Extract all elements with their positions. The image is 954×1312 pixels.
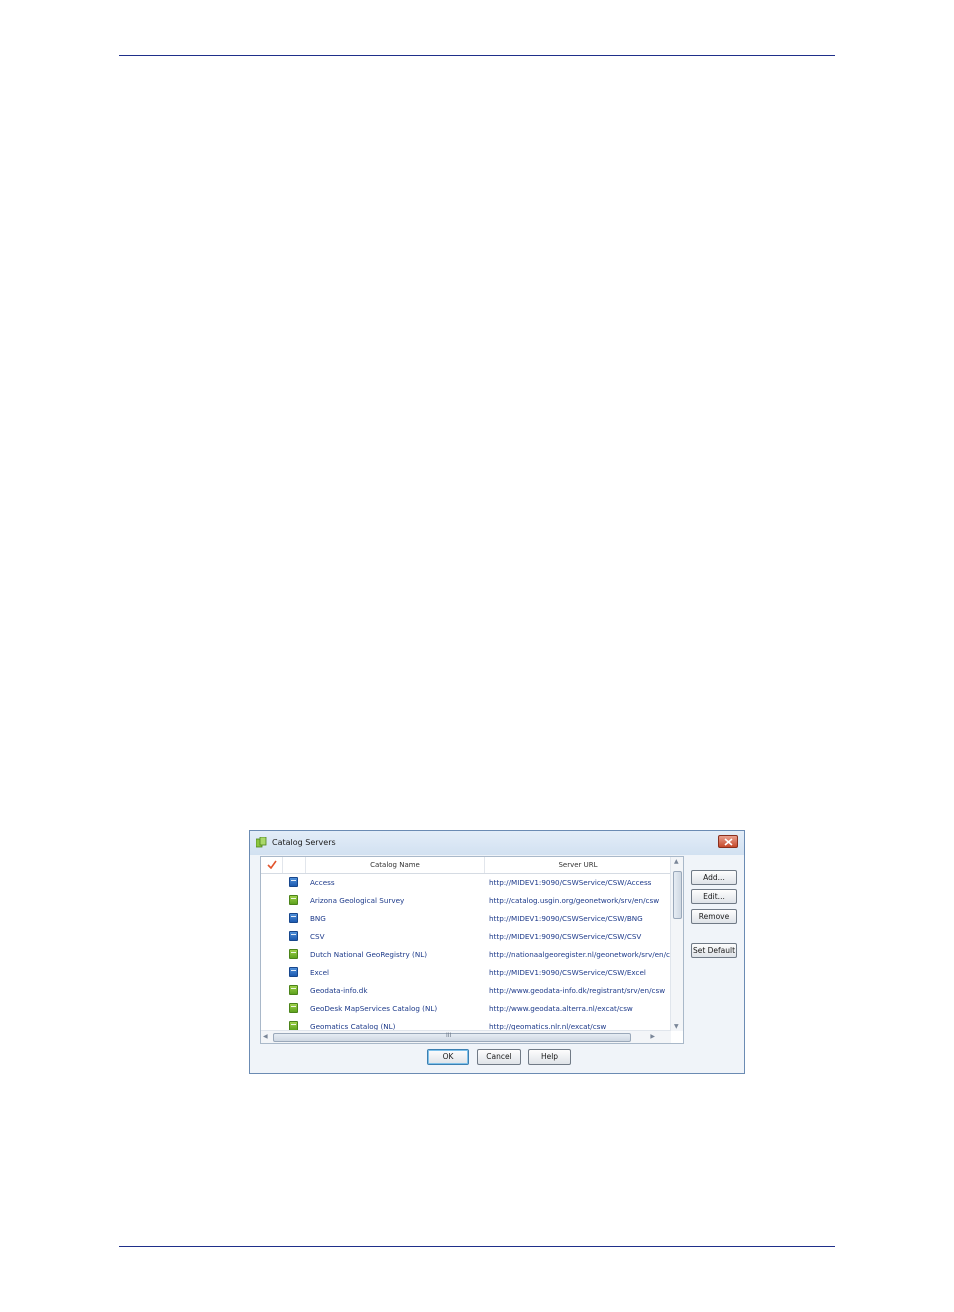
scroll-down-icon[interactable]: ▼ — [674, 1023, 679, 1030]
scroll-up-icon[interactable]: ▲ — [674, 858, 679, 865]
catalog-book-icon — [289, 931, 298, 941]
server-url: http://www.geodata.alterra.nl/excat/csw — [489, 1004, 633, 1013]
ok-button[interactable]: OK — [427, 1049, 469, 1065]
help-button[interactable]: Help — [528, 1049, 571, 1065]
add-button[interactable]: Add... — [691, 870, 737, 885]
close-icon — [724, 838, 733, 846]
server-url: http://nationaalgeoregister.nl/geonetwor… — [489, 950, 671, 959]
list-item[interactable]: Arizona Geological Survey http://catalog.… — [261, 892, 671, 910]
catalog-book-icon — [289, 895, 298, 905]
catalog-name: Excel — [310, 968, 330, 977]
list-header: Catalog Name Server URL — [261, 857, 671, 874]
catalog-list[interactable]: Catalog Name Server URL Access http://MID… — [260, 856, 684, 1044]
dialog-titlebar: Catalog Servers — [250, 831, 744, 855]
server-url: http://MIDEV1:9090/CSWService/CSW/BNG — [489, 914, 643, 923]
edit-button[interactable]: Edit... — [691, 889, 737, 904]
catalog-app-icon — [256, 837, 267, 848]
checkmark-icon — [267, 860, 277, 869]
column-header-icon[interactable] — [283, 857, 306, 873]
vertical-scrollbar[interactable]: ▲ ▼ — [670, 857, 683, 1031]
column-header-catalog-name[interactable]: Catalog Name — [306, 857, 485, 873]
server-url: http://catalog.usgin.org/geonetwork/srv/… — [489, 896, 660, 905]
catalog-name: Arizona Geological Survey — [310, 896, 405, 905]
catalog-name: Geodata-info.dk — [310, 986, 368, 995]
catalog-servers-dialog: Catalog Servers Catalog Name Server URL … — [249, 830, 745, 1074]
server-url: http://MIDEV1:9090/CSWService/CSW/CSV — [489, 932, 642, 941]
server-url: http://MIDEV1:9090/CSWService/CSW/Access — [489, 878, 652, 887]
list-item[interactable]: Dutch National GeoRegistry (NL) http://na… — [261, 946, 671, 964]
list-item[interactable]: GeoDesk MapServices Catalog (NL) http://w… — [261, 1000, 671, 1018]
footer-rule — [119, 1246, 835, 1247]
server-url: http://www.geodata-info.dk/registrant/sr… — [489, 986, 666, 995]
vertical-scroll-thumb[interactable] — [673, 871, 682, 919]
scroll-grip: III — [446, 1032, 452, 1039]
cancel-button[interactable]: Cancel — [477, 1049, 521, 1065]
catalog-book-icon — [289, 949, 298, 959]
list-item[interactable]: Geodata-info.dk http://www.geodata-info.d… — [261, 982, 671, 1000]
column-header-server-url[interactable]: Server URL — [485, 857, 671, 873]
header-rule — [119, 55, 835, 56]
catalog-name: Dutch National GeoRegistry (NL) — [310, 950, 428, 959]
catalog-book-icon — [289, 877, 298, 887]
close-button[interactable] — [718, 835, 738, 848]
catalog-book-icon — [289, 913, 298, 923]
remove-button[interactable]: Remove — [691, 909, 737, 924]
catalog-name: BNG — [310, 914, 326, 923]
set-default-button[interactable]: Set Default — [691, 943, 737, 958]
scroll-right-icon[interactable]: ▶ — [650, 1033, 655, 1040]
scroll-left-icon[interactable]: ◀ — [263, 1033, 268, 1040]
dialog-title: Catalog Servers — [272, 838, 336, 847]
list-item[interactable]: BNG http://MIDEV1:9090/CSWService/CSW/BNG — [261, 910, 671, 928]
list-item[interactable]: Excel http://MIDEV1:9090/CSWService/CSW/E… — [261, 964, 671, 982]
catalog-book-icon — [289, 985, 298, 995]
catalog-name: Access — [310, 878, 335, 887]
list-item[interactable]: CSV http://MIDEV1:9090/CSWService/CSW/CSV — [261, 928, 671, 946]
list-item[interactable]: Access http://MIDEV1:9090/CSWService/CSW/… — [261, 874, 671, 892]
catalog-book-icon — [289, 967, 298, 977]
catalog-name: CSV — [310, 932, 325, 941]
column-header-check[interactable] — [261, 857, 283, 873]
horizontal-scrollbar[interactable]: ◀ III ▶ — [261, 1030, 671, 1043]
horizontal-scroll-thumb[interactable]: III — [273, 1032, 631, 1042]
server-url: http://MIDEV1:9090/CSWService/CSW/Excel — [489, 968, 646, 977]
catalog-book-icon — [289, 1003, 298, 1013]
catalog-name: GeoDesk MapServices Catalog (NL) — [310, 1004, 438, 1013]
